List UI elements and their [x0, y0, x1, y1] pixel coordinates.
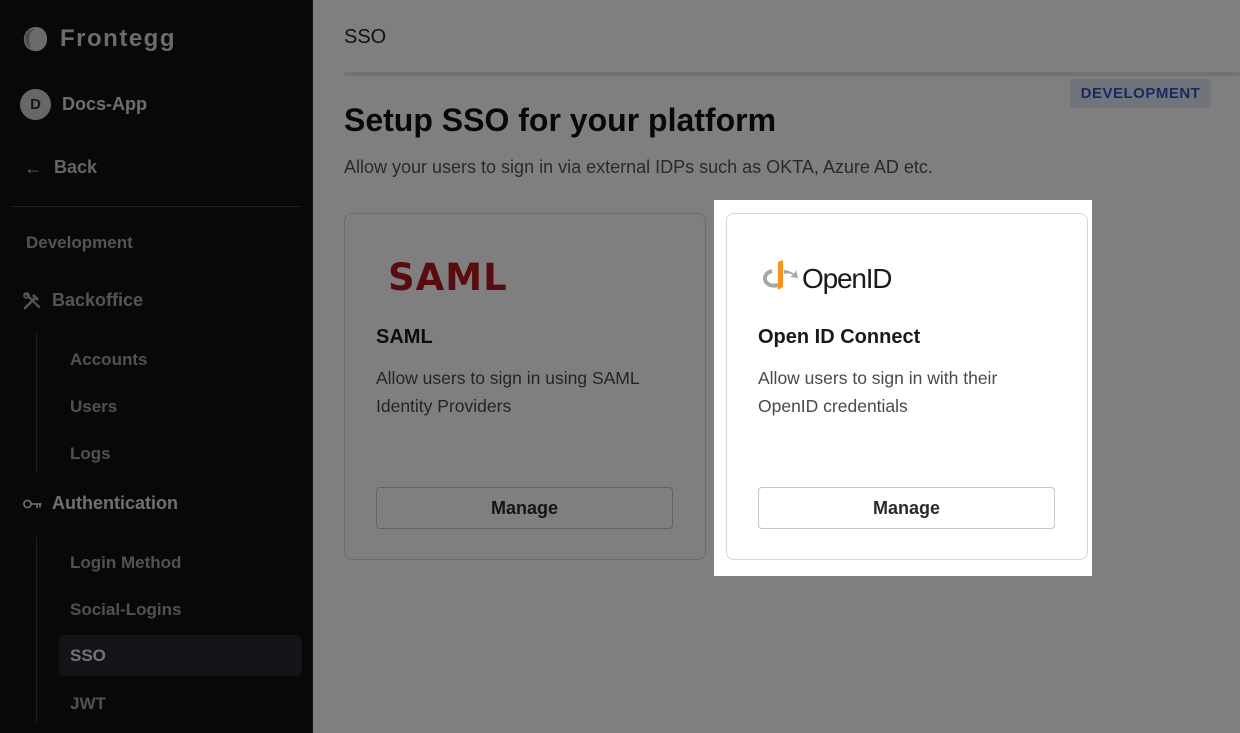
- tools-icon: [22, 291, 42, 311]
- page-subtitle: Allow your users to sign in via external…: [344, 157, 933, 177]
- brand-name: Frontegg: [60, 25, 176, 52]
- app-name: Docs-App: [62, 94, 147, 114]
- sidebar-item-jwt[interactable]: JWT: [59, 683, 302, 724]
- openid-manage-button[interactable]: Manage: [758, 487, 1055, 529]
- app-avatar: D: [20, 89, 51, 120]
- back-label: Back: [54, 157, 98, 177]
- key-icon: [22, 494, 42, 514]
- openid-card: OpenID Open ID Connect Allow users to si…: [726, 213, 1088, 560]
- sidebar-item-sso[interactable]: SSO: [59, 635, 302, 676]
- brand[interactable]: Frontegg: [20, 22, 176, 56]
- sidebar-group-authentication[interactable]: Authentication: [22, 493, 178, 514]
- card-title: SAML: [376, 326, 433, 348]
- sidebar-item-accounts[interactable]: Accounts: [59, 339, 302, 380]
- sidebar-group-label: Authentication: [52, 493, 178, 513]
- sidebar: Frontegg D Docs-App ← Back Development B…: [0, 0, 313, 733]
- frontegg-logo-icon: [23, 27, 48, 52]
- sidebar-divider: [10, 206, 302, 207]
- topbar-title: SSO: [344, 26, 387, 48]
- saml-logo: SAML: [376, 250, 507, 300]
- card-title: Open ID Connect: [758, 326, 921, 348]
- topbar-divider: [344, 72, 1240, 76]
- back-link[interactable]: ← Back: [24, 157, 97, 178]
- page-title: Setup SSO for your platform: [344, 102, 777, 138]
- tree-line: [36, 332, 37, 473]
- openid-logo: OpenID: [758, 250, 898, 300]
- arrow-left-icon: ←: [24, 157, 42, 178]
- sidebar-group-backoffice[interactable]: Backoffice: [22, 290, 143, 311]
- environment-section-label: Development: [26, 233, 133, 252]
- sidebar-item-logs[interactable]: Logs: [59, 433, 302, 474]
- sidebar-item-social-logins[interactable]: Social-Logins: [59, 589, 302, 630]
- sidebar-item-users[interactable]: Users: [59, 386, 302, 427]
- app-selector[interactable]: D Docs-App: [20, 89, 147, 120]
- saml-card: SAML SAML Allow users to sign in using S…: [344, 213, 706, 560]
- saml-logo-text: SAML: [388, 256, 506, 299]
- card-description: Allow users to sign in with their OpenID…: [758, 368, 998, 416]
- environment-badge: DEVELOPMENT: [1070, 79, 1211, 108]
- sidebar-item-login-method[interactable]: Login Method: [59, 542, 302, 583]
- saml-manage-button[interactable]: Manage: [376, 487, 673, 529]
- openid-logo-text: OpenID: [802, 263, 891, 294]
- card-description: Allow users to sign in using SAML Identi…: [376, 368, 639, 416]
- tree-line: [36, 537, 37, 723]
- sidebar-group-label: Backoffice: [52, 290, 144, 310]
